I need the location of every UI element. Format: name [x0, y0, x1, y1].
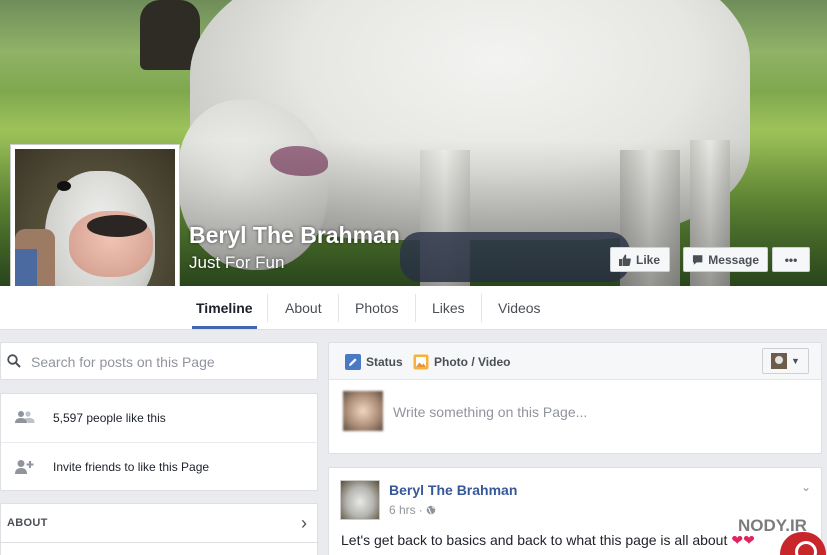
about-label: ABOUT	[7, 517, 48, 529]
tab-timeline[interactable]: Timeline	[192, 286, 257, 329]
tab-photos[interactable]: Photos	[351, 286, 403, 330]
post-time-text: 6 hrs	[389, 503, 416, 517]
message-button[interactable]: Message	[683, 247, 768, 272]
globe-icon	[426, 505, 435, 515]
timeline-post: Beryl The Brahman 6 hrs · ⌄ Let's get ba…	[328, 467, 822, 555]
cow-nostril	[87, 215, 147, 237]
tab-divider	[338, 294, 339, 322]
chevron-right-icon: ›	[301, 513, 307, 533]
avatar-icon	[771, 353, 788, 369]
post-timestamp[interactable]: 6 hrs ·	[389, 503, 436, 517]
tab-divider	[415, 294, 416, 322]
more-button[interactable]: •••	[772, 247, 810, 272]
add-person-icon	[15, 460, 34, 474]
more-icon: •••	[784, 252, 798, 267]
page-tabs: Timeline About Photos Likes Videos	[0, 286, 827, 330]
photo-video-label: Photo / Video	[434, 355, 511, 369]
status-tab[interactable]: Status	[345, 354, 403, 370]
search-posts-input[interactable]: Search for posts on this Page	[0, 342, 318, 380]
pencil-icon	[345, 354, 361, 370]
separator-dot: ·	[418, 503, 423, 517]
composer-header: Status Photo / Video ▼	[329, 343, 821, 380]
about-section-header[interactable]: ABOUT ›	[0, 503, 318, 543]
likes-count-row[interactable]: 5,597 people like this	[1, 394, 319, 442]
tab-about[interactable]: About	[281, 286, 326, 330]
about-section-body	[0, 543, 318, 555]
post-body: Let's get back to basics and back to wha…	[341, 532, 728, 548]
composer-avatar	[343, 391, 383, 431]
invite-friends-text: Invite friends to like this Page	[53, 460, 210, 474]
photo-video-tab[interactable]: Photo / Video	[413, 354, 510, 370]
composer-input[interactable]: Write something on this Page...	[393, 404, 587, 420]
profile-photo	[15, 149, 175, 309]
post-author-name[interactable]: Beryl The Brahman	[389, 482, 517, 498]
post-text: Let's get back to basics and back to wha…	[341, 532, 755, 549]
page-title[interactable]: Beryl The Brahman	[189, 222, 400, 249]
message-icon	[692, 254, 703, 265]
search-icon	[7, 354, 21, 368]
post-as-selector[interactable]: ▼	[762, 348, 809, 374]
tab-likes[interactable]: Likes	[428, 286, 469, 330]
tab-divider	[481, 294, 482, 322]
page-category[interactable]: Just For Fun	[189, 253, 284, 273]
search-placeholder: Search for posts on this Page	[31, 354, 215, 370]
post-composer: Status Photo / Video ▼ Write something o…	[328, 342, 822, 454]
chevron-down-icon: ▼	[791, 356, 800, 366]
post-author-avatar[interactable]	[340, 480, 380, 520]
post-options-chevron-icon[interactable]: ⌄	[801, 480, 811, 494]
cow-eye	[57, 181, 71, 191]
message-button-label: Message	[708, 252, 759, 267]
invite-friends-row[interactable]: Invite friends to like this Page	[1, 443, 319, 491]
status-label: Status	[366, 355, 403, 369]
tab-divider	[267, 294, 268, 322]
like-button-label: Like	[636, 252, 661, 267]
likes-card: 5,597 people like this Invite friends to…	[0, 393, 319, 491]
photo-icon	[413, 354, 429, 370]
like-button[interactable]: Like	[610, 247, 670, 272]
likes-count-text: 5,597 people like this	[53, 411, 166, 425]
thumbs-up-icon	[619, 254, 631, 266]
people-icon	[15, 411, 35, 423]
tab-videos[interactable]: Videos	[494, 286, 545, 330]
